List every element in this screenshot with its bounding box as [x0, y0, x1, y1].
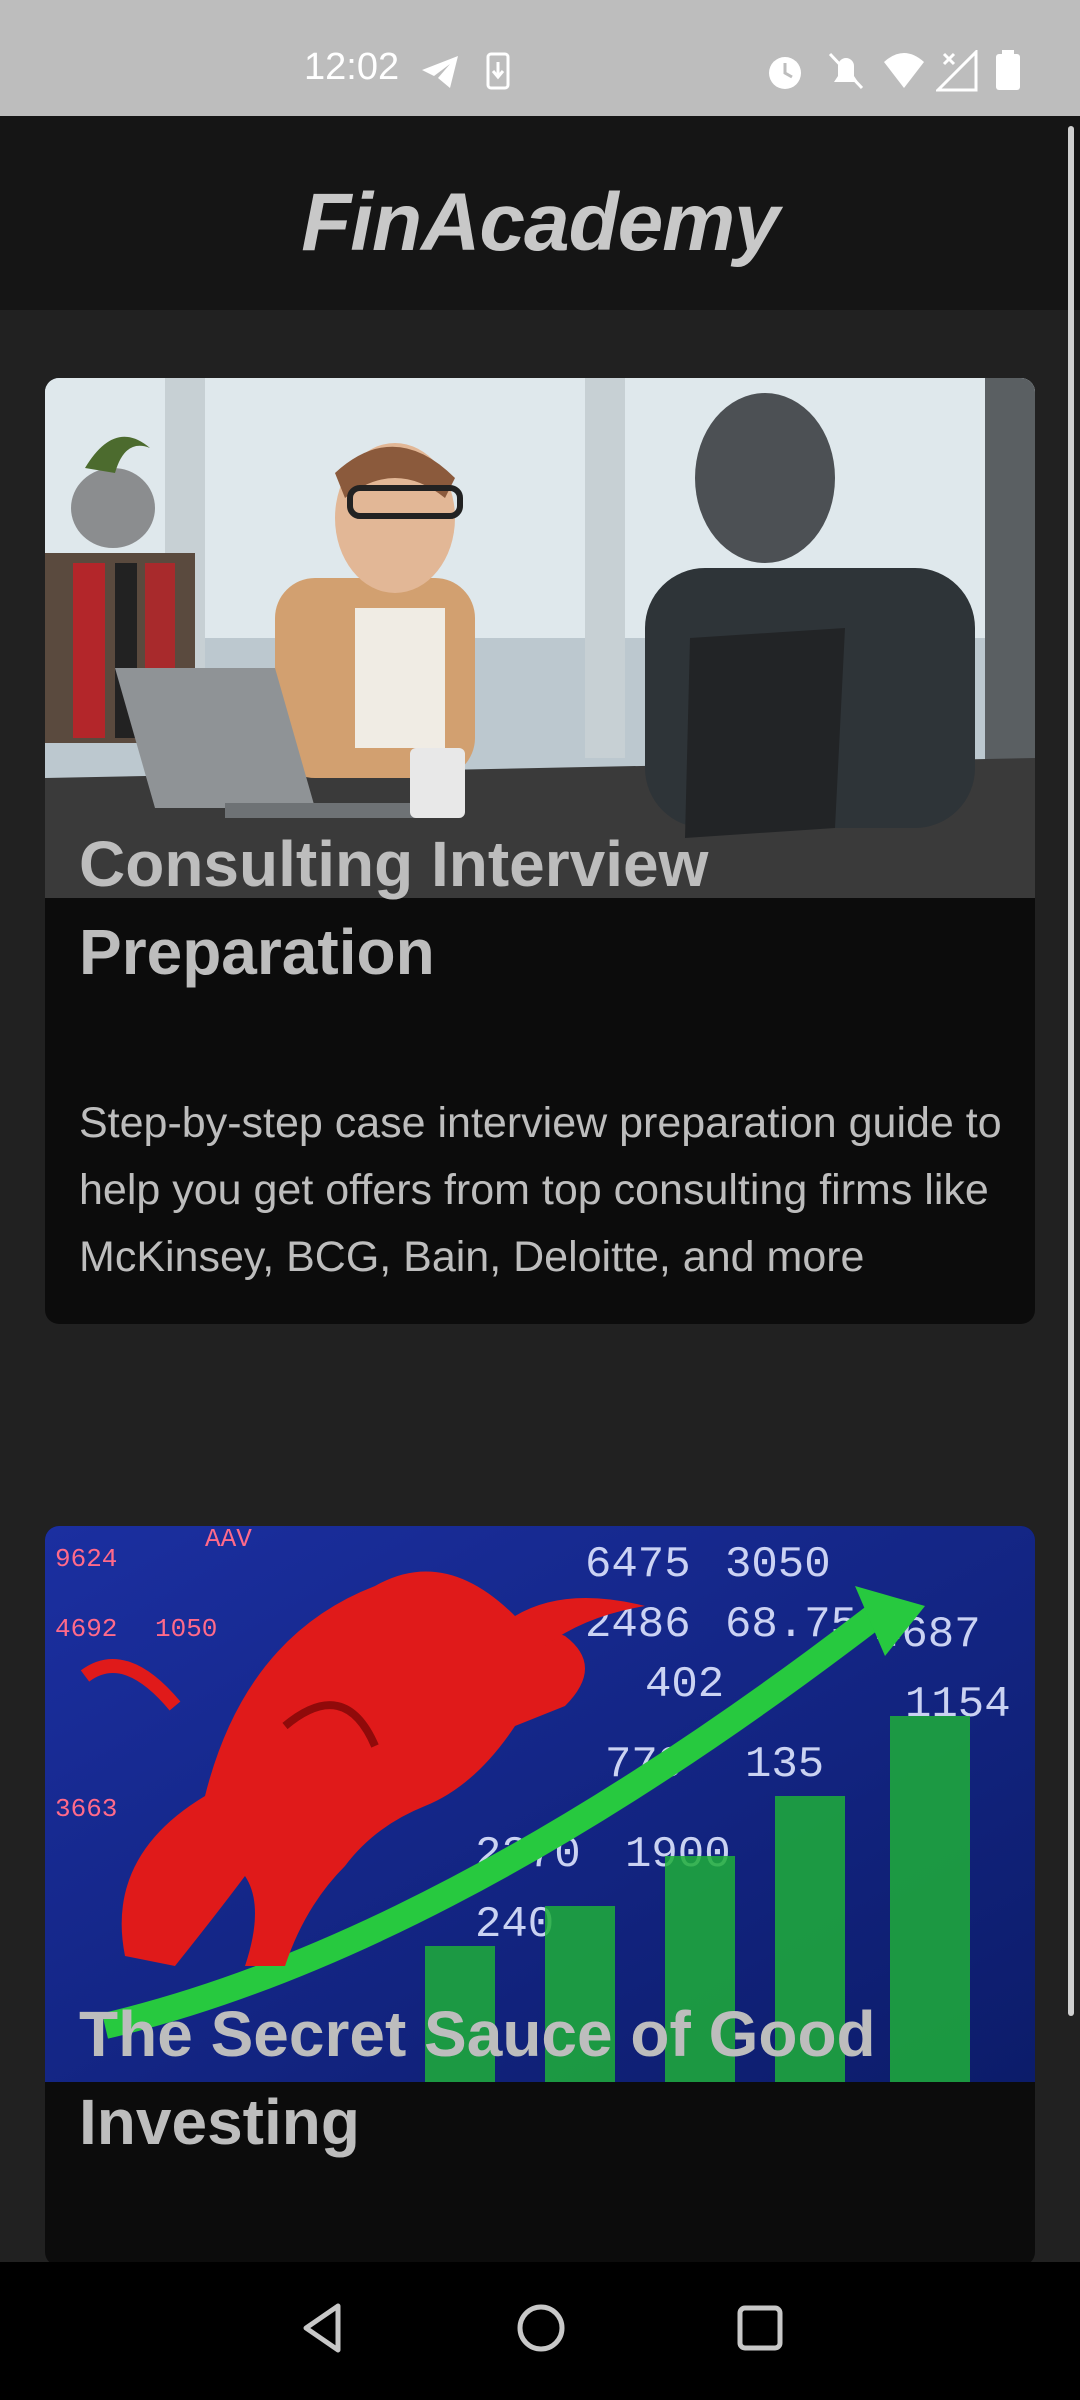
- svg-text:3050: 3050: [725, 1540, 831, 1590]
- svg-text:402: 402: [645, 1660, 724, 1710]
- svg-text:135: 135: [745, 1740, 824, 1790]
- wifi-icon: [882, 50, 926, 90]
- course-card-consulting[interactable]: Consulting Interview Preparation Step-by…: [45, 378, 1035, 1324]
- navigation-bar: [0, 2262, 1080, 2400]
- battery-icon: [994, 50, 1022, 92]
- app-header: FinAcademy: [0, 116, 1080, 310]
- svg-text:1050: 1050: [155, 1614, 217, 1644]
- svg-text:3663: 3663: [55, 1794, 117, 1824]
- app-title: FinAcademy: [301, 177, 780, 268]
- card-title: The Secret Sauce of Good Investing: [79, 1998, 876, 2158]
- no-signal-icon: [936, 50, 978, 92]
- home-icon[interactable]: [516, 2302, 566, 2359]
- scrollbar[interactable]: [1068, 126, 1074, 2016]
- course-card-investing[interactable]: 6475 3050 2486 68.75 402 4687 779 135 2270 19…: [45, 1526, 1035, 2266]
- recents-icon[interactable]: [736, 2302, 784, 2359]
- telegram-icon: [420, 52, 460, 92]
- svg-text:6475: 6475: [585, 1540, 691, 1590]
- screen: 12:02 FinAcademy Consulting Interview Pr…: [0, 0, 1080, 2400]
- back-icon[interactable]: [300, 2302, 344, 2359]
- download-icon: [486, 52, 510, 90]
- svg-text:9624: 9624: [55, 1544, 117, 1574]
- card-description: Step-by-step case interview preparation …: [79, 1099, 1002, 1281]
- status-time: 12:02: [304, 46, 400, 88]
- svg-text:240: 240: [475, 1900, 554, 1950]
- bell-off-icon: [826, 50, 866, 92]
- status-bar: 12:02: [0, 0, 1080, 116]
- card-title: Consulting Interview Preparation: [79, 828, 709, 988]
- svg-text:4692: 4692: [55, 1614, 117, 1644]
- svg-text:AAV: AAV: [205, 1526, 252, 1554]
- alarm-icon: [764, 50, 806, 92]
